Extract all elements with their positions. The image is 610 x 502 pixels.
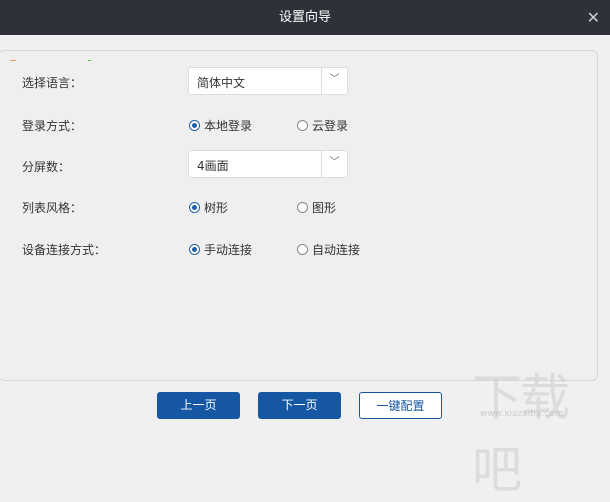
radio-label: 云登录 bbox=[312, 119, 349, 133]
login-label: 登录方式： bbox=[22, 119, 83, 133]
screens-value: 4画面 bbox=[197, 159, 229, 173]
decor-mark bbox=[10, 60, 16, 61]
dialog-title: 设置向导 bbox=[278, 10, 331, 25]
radio-graphic[interactable]: 图形 bbox=[297, 199, 336, 216]
watermark-logo: 下载吧 bbox=[472, 369, 570, 499]
radio-unchecked-icon bbox=[297, 120, 308, 131]
radio-label: 树形 bbox=[204, 201, 229, 215]
radio-checked-icon bbox=[189, 244, 200, 255]
prev-button[interactable]: 上一页 bbox=[157, 392, 240, 419]
title-bar: 设置向导 ✕ bbox=[0, 0, 610, 35]
chevron-down-icon[interactable]: ﹀ bbox=[321, 68, 347, 94]
radio-checked-icon bbox=[189, 202, 200, 213]
language-select[interactable]: 简体中文 ﹀ bbox=[188, 67, 348, 95]
chevron-down-icon[interactable]: ﹀ bbox=[321, 151, 347, 177]
radio-unchecked-icon bbox=[297, 202, 308, 213]
language-label: 选择语言： bbox=[22, 76, 83, 90]
radio-label: 图形 bbox=[312, 201, 337, 215]
list-style-label: 列表风格： bbox=[22, 201, 83, 215]
screens-label: 分屏数： bbox=[22, 160, 71, 174]
radio-label: 本地登录 bbox=[204, 119, 253, 133]
screens-select[interactable]: 4画面 ﹀ bbox=[188, 150, 348, 178]
radio-tree[interactable]: 树形 bbox=[189, 199, 228, 216]
radio-label: 手动连接 bbox=[204, 243, 253, 257]
next-button[interactable]: 下一页 bbox=[258, 392, 341, 419]
close-icon[interactable]: ✕ bbox=[587, 0, 600, 35]
radio-local-login[interactable]: 本地登录 bbox=[189, 117, 252, 134]
radio-checked-icon bbox=[189, 120, 200, 131]
connect-label: 设备连接方式： bbox=[22, 243, 107, 257]
one-click-config-button[interactable]: 一键配置 bbox=[359, 392, 442, 419]
radio-manual-connect[interactable]: 手动连接 bbox=[189, 241, 252, 258]
radio-unchecked-icon bbox=[297, 244, 308, 255]
radio-auto-connect[interactable]: 自动连接 bbox=[297, 241, 360, 258]
radio-label: 自动连接 bbox=[312, 243, 361, 257]
decor-mark bbox=[88, 60, 91, 61]
watermark-url: www.xiazaiba.com bbox=[480, 409, 564, 419]
radio-cloud-login[interactable]: 云登录 bbox=[297, 117, 348, 134]
language-value: 简体中文 bbox=[197, 76, 246, 90]
